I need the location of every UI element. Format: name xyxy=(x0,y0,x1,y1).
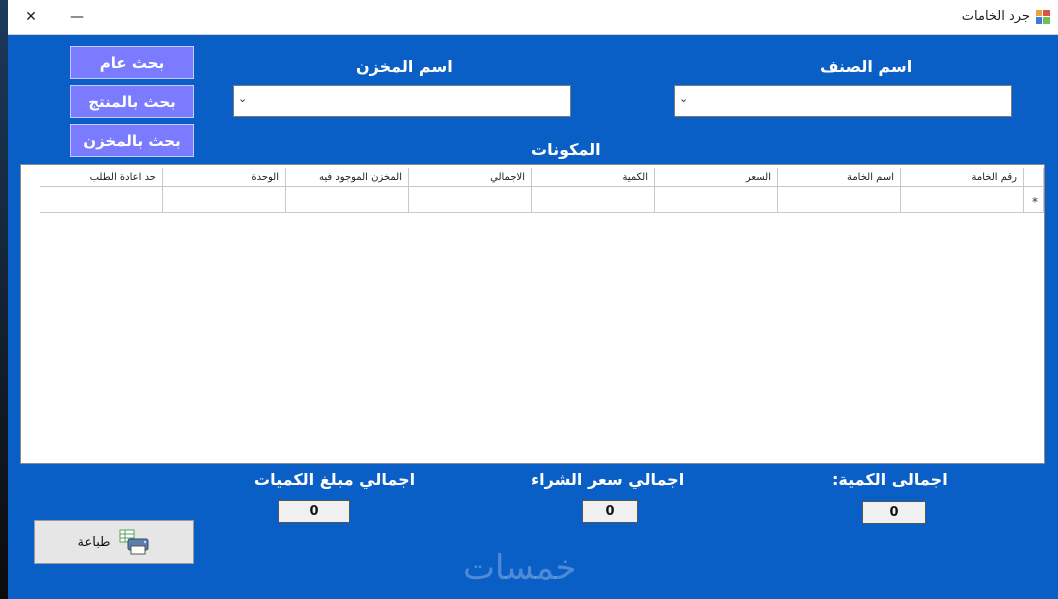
warehouse-label: اسم المخزن xyxy=(356,57,453,76)
components-grid[interactable]: رقم الخامة اسم الخامة السعر الكمية الاجم… xyxy=(20,164,1045,464)
minimize-icon: — xyxy=(70,9,84,25)
chevron-down-icon[interactable]: ⌄ xyxy=(238,92,247,105)
total-quantity-label: اجمالى الكمية: xyxy=(832,470,948,489)
new-row-marker: * xyxy=(1032,195,1038,209)
total-quantity-value: 0 xyxy=(862,501,926,524)
column-header-quantity[interactable]: الكمية xyxy=(532,168,655,187)
search-by-warehouse-button[interactable]: بحث بالمخزن xyxy=(70,124,194,157)
row-header-corner xyxy=(1024,168,1044,187)
minimize-button[interactable]: — xyxy=(54,0,100,34)
search-general-button[interactable]: بحث عام xyxy=(70,46,194,79)
table-cell[interactable] xyxy=(532,187,655,213)
window-title: جرد الخامات xyxy=(961,9,1030,24)
inventory-window: ✕ — جرد الخامات اسم الصنف ⌄ اسم المخزن ⌄… xyxy=(8,0,1058,599)
close-button[interactable]: ✕ xyxy=(8,0,54,34)
chevron-down-icon[interactable]: ⌄ xyxy=(679,92,688,105)
app-icon xyxy=(1036,10,1050,24)
column-header-item-number[interactable]: رقم الخامة xyxy=(901,168,1024,187)
table-cell[interactable] xyxy=(163,187,286,213)
print-button[interactable]: طباعة xyxy=(34,520,194,564)
column-header-price[interactable]: السعر xyxy=(655,168,778,187)
row-header[interactable]: * xyxy=(1024,187,1044,213)
total-purchase-label: اجمالي سعر الشراء xyxy=(531,470,685,489)
grid-title: المكونات xyxy=(531,140,601,159)
grid-header-row: رقم الخامة اسم الخامة السعر الكمية الاجم… xyxy=(21,168,1044,187)
warehouse-combobox[interactable]: ⌄ xyxy=(233,85,571,117)
column-header-warehouse[interactable]: المخزن الموجود فيه xyxy=(286,168,409,187)
total-amount-value: 0 xyxy=(278,500,350,523)
table-cell[interactable] xyxy=(778,187,901,213)
table-cell[interactable] xyxy=(40,187,163,213)
total-purchase-value: 0 xyxy=(582,500,638,523)
search-by-product-button[interactable]: بحث بالمنتج xyxy=(70,85,194,118)
total-amount-label: اجمالي مبلغ الكميات xyxy=(254,470,416,489)
desktop-background xyxy=(0,0,8,599)
category-label: اسم الصنف xyxy=(820,57,913,76)
table-cell[interactable] xyxy=(901,187,1024,213)
table-cell[interactable] xyxy=(286,187,409,213)
column-header-reorder-level[interactable]: حد اعادة الطلب xyxy=(40,168,163,187)
title-bar: ✕ — جرد الخامات xyxy=(8,0,1058,35)
printer-icon xyxy=(119,529,149,555)
table-row[interactable]: * xyxy=(21,187,1044,213)
table-cell[interactable] xyxy=(655,187,778,213)
column-header-unit[interactable]: الوحدة xyxy=(163,168,286,187)
close-icon: ✕ xyxy=(25,9,37,25)
watermark-logo: خمسات xyxy=(463,548,577,588)
column-header-item-name[interactable]: اسم الخامة xyxy=(778,168,901,187)
table-cell[interactable] xyxy=(409,187,532,213)
print-button-label: طباعة xyxy=(77,534,111,550)
category-combobox[interactable]: ⌄ xyxy=(674,85,1012,117)
column-header-total[interactable]: الاجمالي xyxy=(409,168,532,187)
